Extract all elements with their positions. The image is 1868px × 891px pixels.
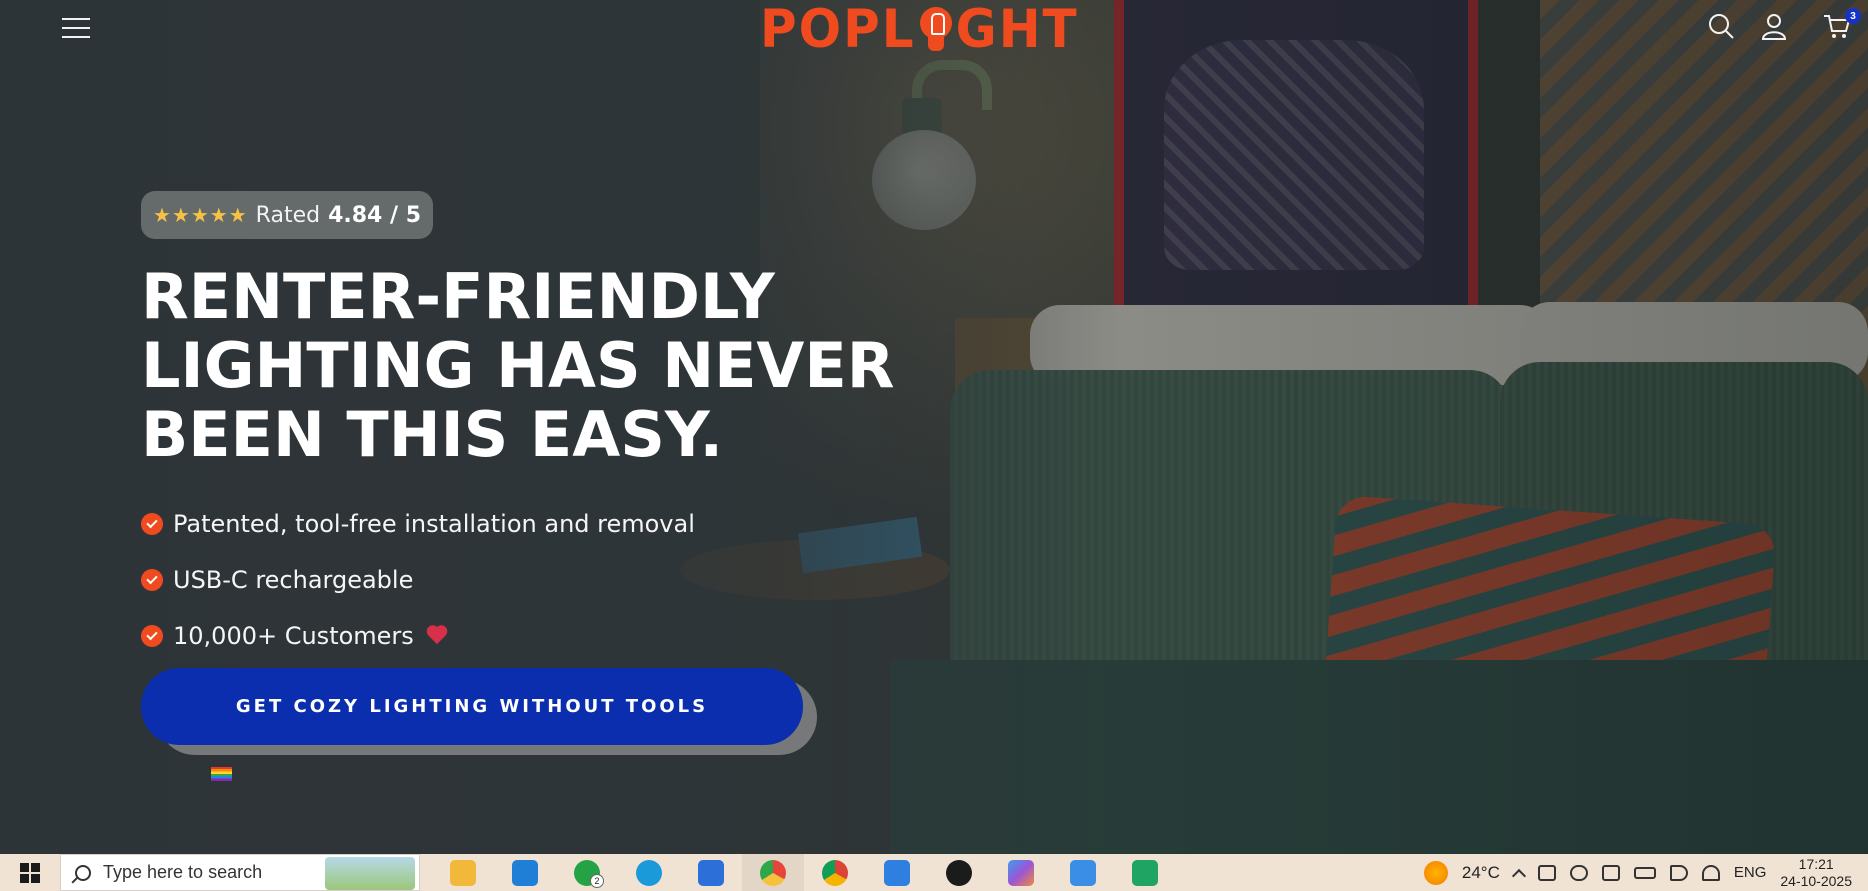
weather-sun-icon[interactable] xyxy=(1423,860,1448,885)
menu-bar-bottom xyxy=(62,36,90,38)
wifi-icon[interactable] xyxy=(1701,864,1720,881)
taskbar-search-placeholder: Type here to search xyxy=(103,862,263,882)
volume-icon[interactable] xyxy=(1669,864,1688,881)
search-icon[interactable] xyxy=(1705,10,1737,42)
windows-taskbar: Type here to search 2 24°C ENG 17:21 24-… xyxy=(0,854,1868,891)
search-highlight-image xyxy=(325,857,415,890)
edge-app[interactable] xyxy=(618,854,680,891)
ms-store-app[interactable] xyxy=(866,854,928,891)
weather-temperature[interactable]: 24°C xyxy=(1462,863,1500,883)
account-icon[interactable] xyxy=(1758,10,1790,42)
logo-text-right: GHT xyxy=(955,0,1079,60)
show-hidden-icons-chevron-icon[interactable] xyxy=(1511,868,1526,883)
vscode-app[interactable] xyxy=(494,854,556,891)
upwork-icon xyxy=(946,859,972,886)
site-header: POPL GHT 3 xyxy=(0,0,1868,60)
edge-icon xyxy=(636,859,662,886)
rating-label: Rated xyxy=(255,202,321,228)
ms-store-icon xyxy=(884,859,910,886)
logo-text-left: POPL xyxy=(760,0,916,60)
cart-count-badge: 3 xyxy=(1845,8,1861,24)
onedrive-icon[interactable] xyxy=(1569,864,1588,881)
docs-app[interactable] xyxy=(680,854,742,891)
feature-list: Patented, tool-free installation and rem… xyxy=(141,496,695,664)
sheets-app[interactable] xyxy=(1114,854,1176,891)
hero-headline: RENTER-FRIENDLY LIGHTING HAS NEVER BEEN … xyxy=(141,262,901,469)
heart-icon xyxy=(428,626,450,646)
feature-item: 10,000+ Customers xyxy=(141,608,695,664)
headline-line-3: BEEN THIS EASY. xyxy=(141,398,724,471)
clock-date: 24-10-2025 xyxy=(1780,873,1852,889)
start-button[interactable] xyxy=(0,854,60,891)
battery-icon[interactable] xyxy=(1633,866,1656,879)
chrome-icon xyxy=(760,859,786,886)
check-icon xyxy=(141,513,163,535)
cart-button[interactable]: 3 xyxy=(1821,8,1861,42)
file-explorer-app[interactable] xyxy=(432,854,494,891)
feature-text: USB-C rechargeable xyxy=(173,566,414,594)
logo-bulb-base xyxy=(927,37,944,51)
get-cozy-lighting-button[interactable]: GET COZY LIGHTING WITHOUT TOOLS xyxy=(141,668,803,745)
taskbar-search-box[interactable]: Type here to search xyxy=(60,854,420,891)
logo-bulb-icon xyxy=(917,3,955,55)
feature-item: USB-C rechargeable xyxy=(141,552,695,608)
rating-badge: ★★★★★ Rated 4.84 / 5 xyxy=(141,191,434,239)
menu-button[interactable] xyxy=(62,18,90,40)
rating-stars: ★★★★★ xyxy=(153,204,248,227)
meet-now-icon[interactable] xyxy=(1537,864,1556,881)
file-explorer-icon xyxy=(450,859,476,886)
chrome-profile-icon xyxy=(822,859,848,886)
menu-bar-middle xyxy=(62,27,90,29)
photos-app[interactable] xyxy=(1052,854,1114,891)
menu-bar-top xyxy=(62,18,90,20)
pride-flag-icon xyxy=(211,767,232,781)
language-indicator[interactable]: ENG xyxy=(1734,864,1767,881)
poplight-logo[interactable]: POPL GHT xyxy=(760,0,1079,60)
clock[interactable]: 17:21 24-10-2025 xyxy=(1780,854,1852,891)
headline-line-2: LIGHTING HAS NEVER xyxy=(141,329,895,402)
rating-value: 4.84 / 5 xyxy=(328,202,422,228)
whatsapp-app[interactable]: 2 xyxy=(556,854,618,891)
cta-label: GET COZY LIGHTING WITHOUT TOOLS xyxy=(235,696,709,717)
security-icon[interactable] xyxy=(1601,864,1620,881)
clock-time: 17:21 xyxy=(1798,856,1834,872)
photos-icon xyxy=(1070,859,1096,886)
feature-text: 10,000+ Customers xyxy=(173,622,414,650)
search-icon xyxy=(75,864,91,881)
browser-viewport: POPL GHT 3 ★★★★★ Rated 4.84 / 5 RENTER-F… xyxy=(0,0,1868,854)
windows-logo-icon xyxy=(20,862,40,883)
feature-item: Patented, tool-free installation and rem… xyxy=(141,496,695,552)
docs-icon xyxy=(698,859,724,886)
check-icon xyxy=(141,625,163,647)
chrome-profile-app[interactable] xyxy=(804,854,866,891)
feature-text: Patented, tool-free installation and rem… xyxy=(173,510,695,538)
whatsapp-badge: 2 xyxy=(590,874,604,888)
headline-line-1: RENTER-FRIENDLY xyxy=(141,260,775,333)
sheets-icon xyxy=(1132,859,1158,886)
copilot-icon xyxy=(1008,859,1034,886)
copilot-app[interactable] xyxy=(990,854,1052,891)
system-tray: 24°C ENG 17:21 24-10-2025 xyxy=(1423,854,1868,891)
check-icon xyxy=(141,569,163,591)
upwork-app[interactable] xyxy=(928,854,990,891)
vscode-icon xyxy=(512,859,538,886)
chrome-app[interactable] xyxy=(742,854,804,891)
logo-bulb-glass xyxy=(919,7,952,39)
taskbar-apps: 2 xyxy=(432,854,1176,891)
